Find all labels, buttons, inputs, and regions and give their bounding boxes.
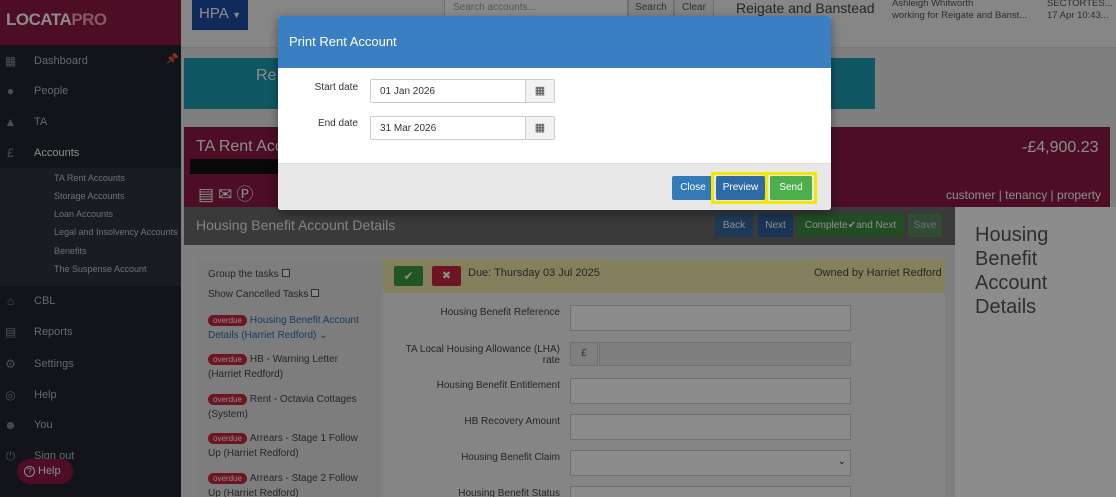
end-date-label: End date xyxy=(317,118,358,129)
modal-title: Print Rent Account xyxy=(278,16,831,68)
close-button[interactable]: Close xyxy=(672,176,714,200)
calendar-icon[interactable]: ▦ xyxy=(525,117,554,139)
modal-footer: Close Preview Send xyxy=(278,163,831,210)
preview-button[interactable]: Preview xyxy=(716,176,765,200)
end-date-field[interactable]: 31 Mar 2026 ▦ xyxy=(370,116,555,140)
start-date-value: 01 Jan 2026 xyxy=(380,86,436,97)
start-date-label: Start date xyxy=(314,82,358,93)
print-rent-account-modal: Print Rent Account Start date 01 Jan 202… xyxy=(278,16,831,210)
start-date-field[interactable]: 01 Jan 2026 ▦ xyxy=(370,79,555,103)
send-button[interactable]: Send xyxy=(770,176,812,200)
calendar-icon[interactable]: ▦ xyxy=(525,80,554,102)
end-date-value: 31 Mar 2026 xyxy=(380,123,437,134)
